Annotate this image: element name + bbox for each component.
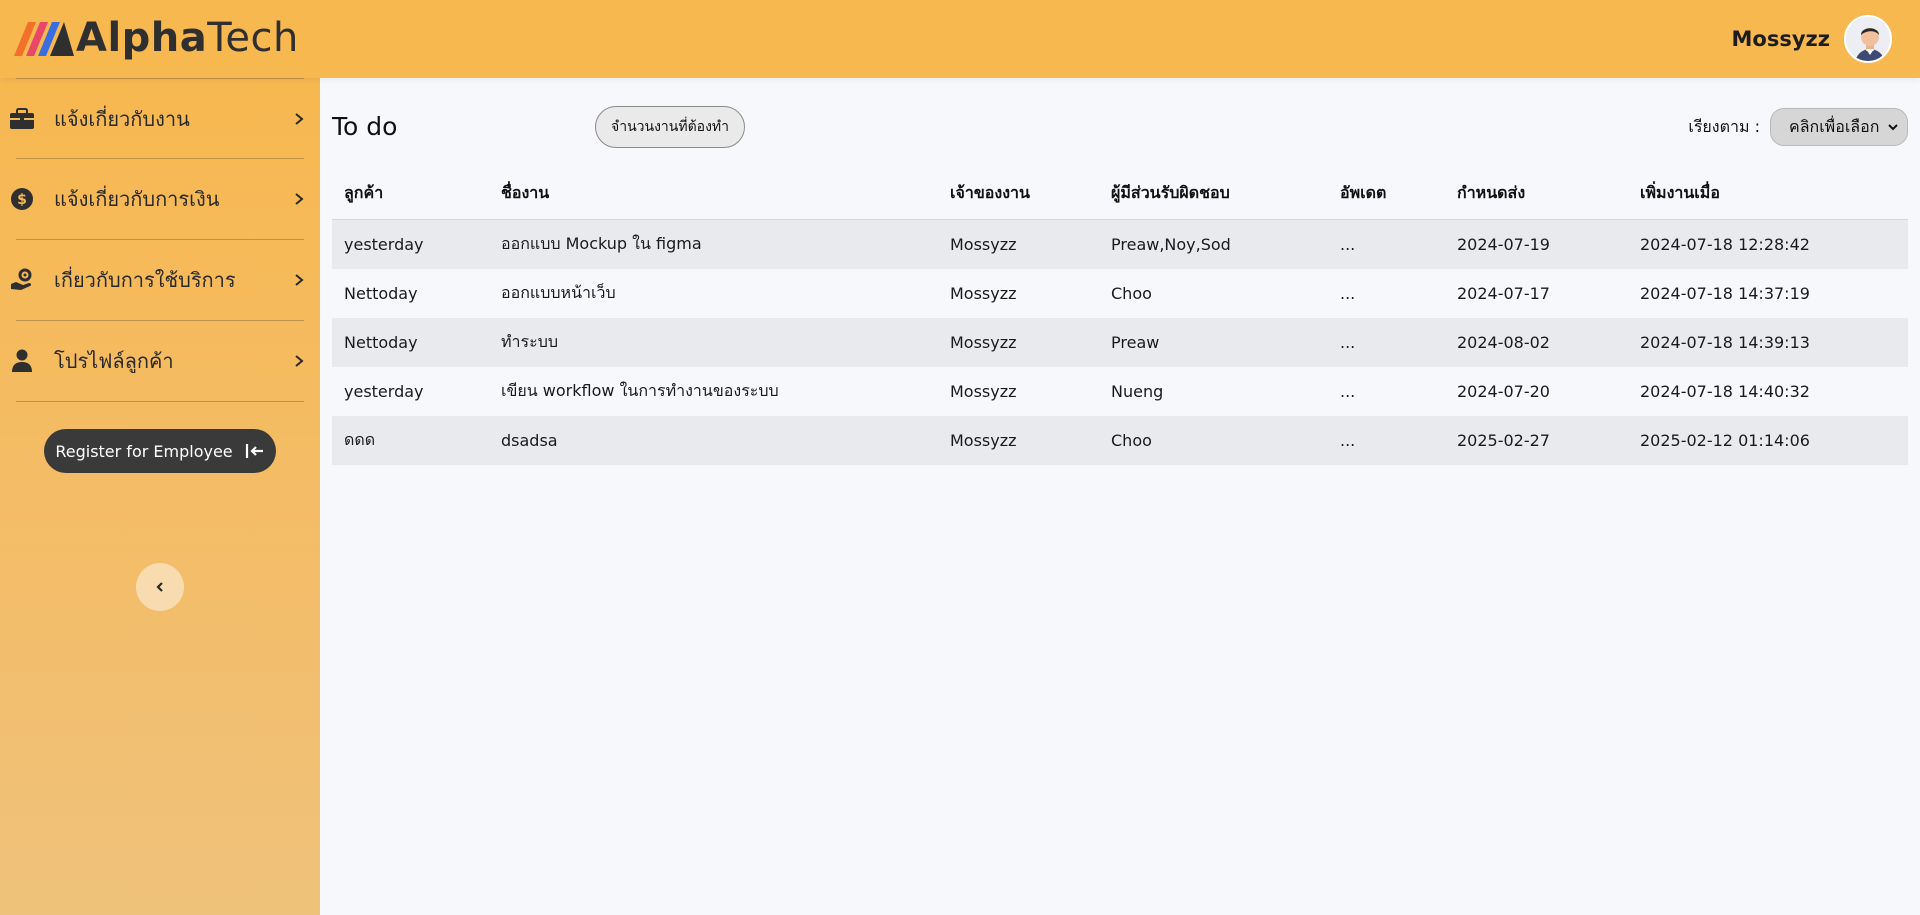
service-hand-gear-icon — [8, 266, 36, 294]
cell-deadline: 2024-08-02 — [1457, 333, 1550, 352]
cell-responsible: Choo — [1111, 431, 1152, 450]
todo-table: ลูกค้า ชื่องาน เจ้าของงาน ผู้มีส่วนรับผิ… — [332, 168, 1908, 465]
column-header-added-at[interactable]: เพิ่มงานเมื่อ — [1628, 181, 1908, 206]
cell-added-at: 2025-02-12 01:14:06 — [1640, 431, 1810, 450]
user-icon — [8, 347, 36, 375]
sort-label: เรียงตาม : — [1688, 116, 1760, 136]
briefcase-icon — [8, 105, 36, 133]
cell-responsible: Choo — [1111, 284, 1152, 303]
page-title: To do — [332, 112, 398, 141]
cell-customer: Nettoday — [344, 284, 418, 303]
cell-customer: ดดด — [344, 430, 376, 449]
column-header-update[interactable]: อัพเดต — [1328, 181, 1445, 206]
alphatech-logo-mark-icon — [14, 22, 74, 56]
cell-added-at: 2024-07-18 12:28:42 — [1640, 235, 1810, 254]
cell-customer: yesterday — [344, 235, 424, 254]
cell-update[interactable]: ... — [1328, 235, 1445, 254]
table-row[interactable]: Nettoday ทำระบบ Mossyzz Preaw ... 2024-0… — [332, 318, 1908, 367]
chevron-right-icon — [292, 273, 306, 287]
chevron-right-icon — [292, 112, 306, 126]
svg-text:$: $ — [17, 192, 27, 208]
cell-customer: Nettoday — [344, 333, 418, 352]
table-body: yesterday ออกแบบ Mockup ใน figma Mossyzz… — [332, 220, 1908, 465]
sort-control: เรียงตาม : คลิกเพื่อเลือก — [1688, 108, 1908, 146]
table-header-row: ลูกค้า ชื่องาน เจ้าของงาน ผู้มีส่วนรับผิ… — [332, 168, 1908, 220]
cell-update[interactable]: ... — [1328, 382, 1445, 401]
cell-job-name: ออกแบบหน้าเว็บ — [501, 283, 616, 302]
sidebar-item-label: เกี่ยวกับการใช้บริการ — [54, 268, 236, 292]
table-row[interactable]: Nettoday ออกแบบหน้าเว็บ Mossyzz Choo ...… — [332, 269, 1908, 318]
chevron-right-icon — [292, 192, 306, 206]
sidebar-divider — [16, 401, 304, 402]
sidebar-item-label: โปรไฟล์ลูกค้า — [54, 349, 174, 373]
sort-select[interactable]: คลิกเพื่อเลือก — [1770, 108, 1908, 146]
cell-update[interactable]: ... — [1328, 431, 1445, 450]
cell-job-name: dsadsa — [501, 431, 558, 450]
cell-responsible: Preaw — [1111, 333, 1160, 352]
cell-owner: Mossyzz — [950, 382, 1017, 401]
cell-responsible: Nueng — [1111, 382, 1164, 401]
user-menu[interactable]: Mossyzz — [1732, 14, 1892, 64]
app-root: AlphaTech Mossyzz แจ้งเกี่ยวกับงาน $ แจ้… — [0, 0, 1920, 915]
cell-deadline: 2024-07-20 — [1457, 382, 1550, 401]
collapse-sidebar-button[interactable] — [136, 563, 184, 611]
brand-logo[interactable]: AlphaTech — [12, 16, 299, 60]
cell-owner: Mossyzz — [950, 333, 1017, 352]
dollar-coin-icon: $ — [8, 185, 36, 213]
cell-added-at: 2024-07-18 14:39:13 — [1640, 333, 1810, 352]
column-header-owner[interactable]: เจ้าของงาน — [938, 181, 1099, 206]
cell-owner: Mossyzz — [950, 431, 1017, 450]
brand-name: AlphaTech — [76, 15, 299, 61]
table-row[interactable]: yesterday ออกแบบ Mockup ใน figma Mossyzz… — [332, 220, 1908, 269]
cell-update[interactable]: ... — [1328, 284, 1445, 303]
cell-deadline: 2024-07-19 — [1457, 235, 1550, 254]
register-employee-button[interactable]: Register for Employee — [44, 429, 276, 473]
sidebar-item-label: แจ้งเกี่ยวกับงาน — [54, 107, 190, 131]
top-header: AlphaTech Mossyzz — [0, 0, 1920, 78]
sort-select-value: คลิกเพื่อเลือก — [1789, 116, 1880, 136]
cell-added-at: 2024-07-18 14:37:19 — [1640, 284, 1810, 303]
column-header-responsible[interactable]: ผู้มีส่วนรับผิดชอบ — [1099, 181, 1328, 206]
table-row[interactable]: ดดด dsadsa Mossyzz Choo ... 2025-02-27 2… — [332, 416, 1908, 465]
cell-deadline: 2025-02-27 — [1457, 431, 1550, 450]
user-name: Mossyzz — [1731, 27, 1830, 51]
cell-added-at: 2024-07-18 14:40:32 — [1640, 382, 1810, 401]
cell-job-name: เขียน workflow ในการทำงานของระบบ — [501, 381, 779, 400]
sidebar-item-job-notification[interactable]: แจ้งเกี่ยวกับงาน — [0, 79, 320, 159]
table-row[interactable]: yesterday เขียน workflow ในการทำงานของระ… — [332, 367, 1908, 416]
column-header-job-name[interactable]: ชื่องาน — [489, 181, 938, 206]
cell-customer: yesterday — [344, 382, 424, 401]
avatar[interactable] — [1844, 15, 1892, 63]
sidebar: แจ้งเกี่ยวกับงาน $ แจ้งเกี่ยวกับการเงิน — [0, 78, 320, 915]
chevron-right-icon — [292, 354, 306, 368]
sign-in-icon — [245, 444, 263, 458]
column-header-customer[interactable]: ลูกค้า — [332, 181, 489, 206]
cell-job-name: ออกแบบ Mockup ใน figma — [501, 234, 702, 253]
sidebar-item-service[interactable]: เกี่ยวกับการใช้บริการ — [0, 240, 320, 320]
sidebar-item-customer-profile[interactable]: โปรไฟล์ลูกค้า — [0, 321, 320, 401]
cell-job-name: ทำระบบ — [501, 332, 559, 351]
task-count-button[interactable]: จำนวนงานที่ต้องทำ — [595, 106, 745, 148]
cell-owner: Mossyzz — [950, 235, 1017, 254]
sidebar-item-label: แจ้งเกี่ยวกับการเงิน — [54, 187, 220, 211]
column-header-deadline[interactable]: กำหนดส่ง — [1445, 181, 1628, 206]
main-content: To do จำนวนงานที่ต้องทำ เรียงตาม : คลิกเ… — [320, 78, 1920, 915]
user-avatar-icon — [1846, 17, 1890, 61]
cell-owner: Mossyzz — [950, 284, 1017, 303]
cell-update[interactable]: ... — [1328, 333, 1445, 352]
register-button-label: Register for Employee — [55, 441, 233, 461]
cell-deadline: 2024-07-17 — [1457, 284, 1550, 303]
sidebar-item-finance-notification[interactable]: $ แจ้งเกี่ยวกับการเงิน — [0, 159, 320, 239]
chevron-down-icon — [1888, 124, 1898, 131]
chevron-left-icon — [156, 582, 163, 592]
cell-responsible: Preaw,Noy,Sod — [1111, 235, 1231, 254]
